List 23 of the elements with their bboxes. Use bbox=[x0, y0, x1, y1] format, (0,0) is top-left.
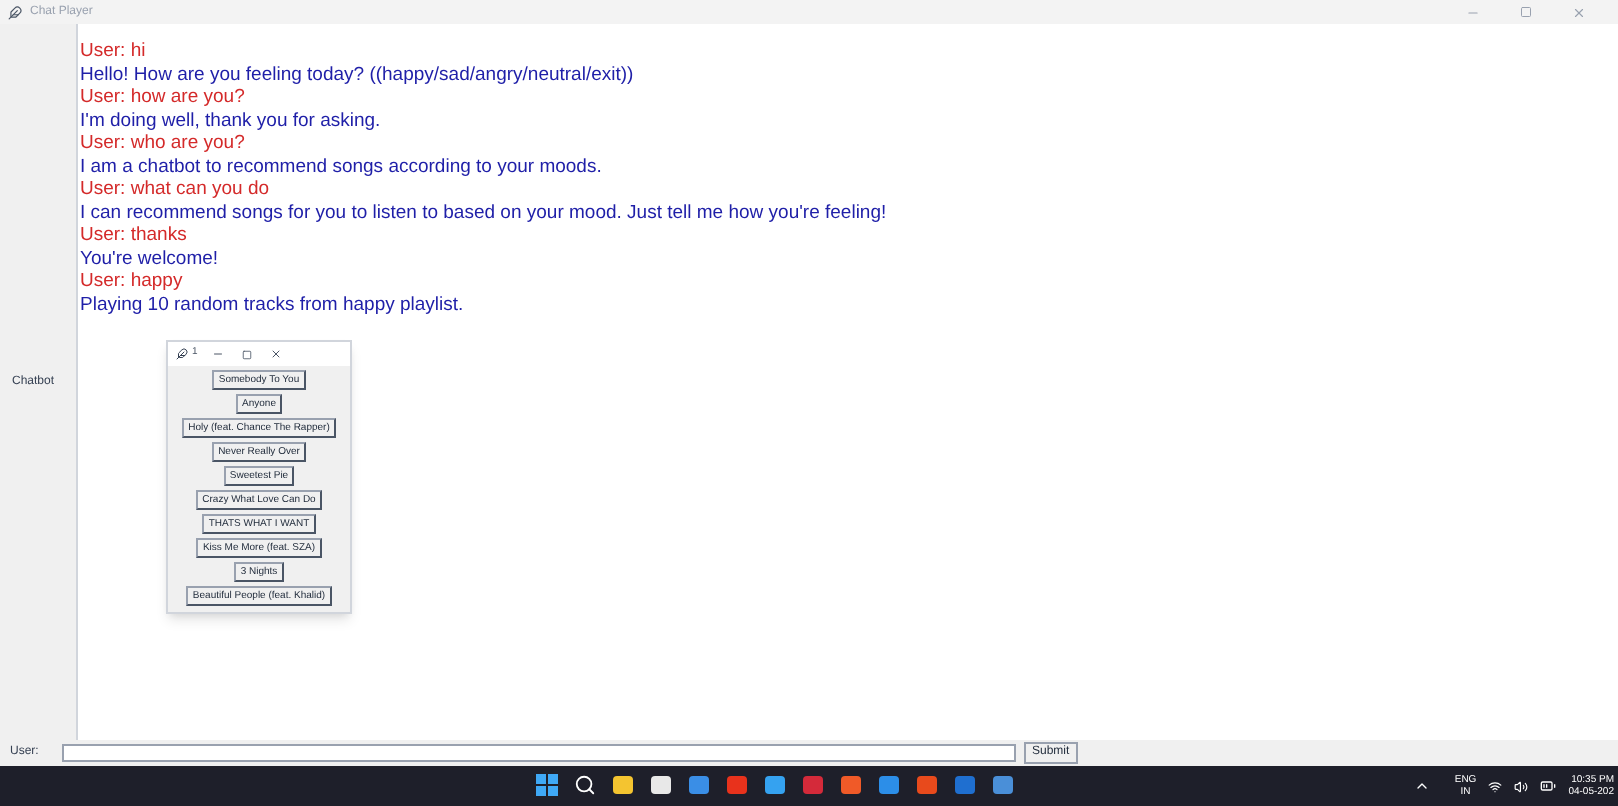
chat-message: User: what can you do bbox=[80, 178, 272, 201]
chat-message: Playing 10 random tracks from happy playlist. bbox=[80, 293, 466, 316]
chat-message: I am a chatbot to recommend songs according to your moods. bbox=[80, 155, 604, 178]
chat-message: I'm doing well, thank you for asking. bbox=[80, 109, 383, 132]
chevron-up-icon[interactable] bbox=[1414, 778, 1431, 794]
volume-icon[interactable] bbox=[1514, 779, 1529, 793]
chat-message: User: who are you? bbox=[80, 132, 247, 155]
search-icon[interactable] bbox=[574, 774, 596, 796]
message-input[interactable] bbox=[62, 744, 1016, 762]
start-icon[interactable] bbox=[536, 774, 558, 796]
feather-icon bbox=[176, 348, 188, 360]
chat-message: User: how are you? bbox=[80, 86, 247, 109]
chat-message: User: hi bbox=[80, 40, 148, 63]
chat-message: User: thanks bbox=[80, 224, 189, 247]
chat-message: I can recommend songs for you to listen to based on your mood. Just tell me how you're feeling! bbox=[80, 201, 889, 224]
wifi-icon[interactable] bbox=[1488, 779, 1503, 793]
chat-message: User: happy bbox=[80, 270, 185, 293]
close-button[interactable] bbox=[269, 348, 282, 360]
maximize-button[interactable] bbox=[241, 349, 252, 359]
chat-message: Hello! How are you feeling today? ((happy/sad/angry/neutral/exit)) bbox=[80, 63, 636, 86]
battery-icon[interactable] bbox=[1540, 778, 1557, 794]
feather-icon bbox=[8, 5, 22, 19]
chat-message: You're welcome! bbox=[80, 247, 221, 270]
